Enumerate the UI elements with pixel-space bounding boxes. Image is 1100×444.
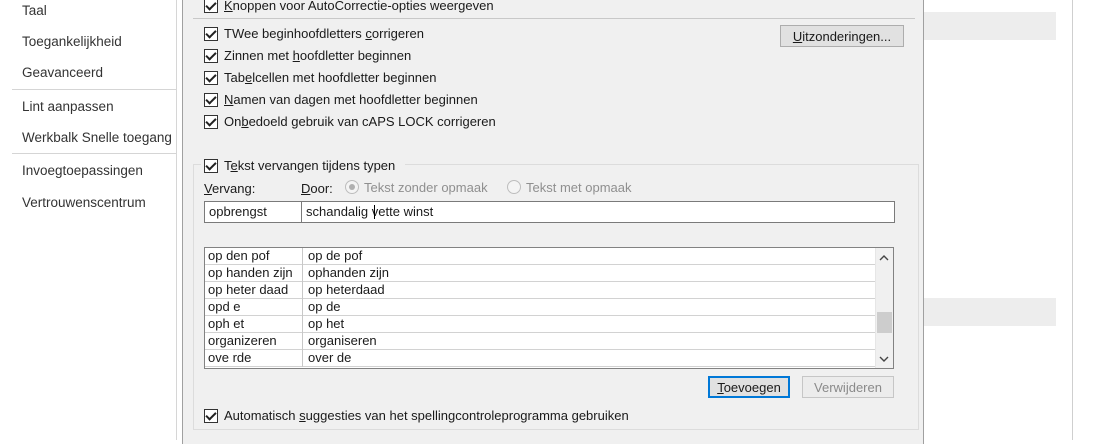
- nav-divider: [12, 153, 176, 154]
- capitalize-table-cells-checkbox[interactable]: [204, 71, 218, 85]
- capitalize-day-names-checkbox[interactable]: [204, 93, 218, 107]
- table-row[interactable]: op handen zijn ophanden zijn: [205, 265, 876, 282]
- formatted-text-radio[interactable]: [507, 180, 521, 194]
- options-window-edge: [1072, 0, 1073, 440]
- nav-item-werkbalk-snelle-toegang[interactable]: Werkbalk Snelle toegang: [22, 130, 172, 145]
- with-input-value: schandalig vette winst: [306, 204, 434, 219]
- formatted-text-radio-label: Tekst met opmaak: [526, 180, 632, 195]
- scrollbar-thumb[interactable]: [877, 312, 892, 333]
- capitalize-sentences-checkbox[interactable]: [204, 49, 218, 63]
- auto-suggestions-label: Automatisch suggesties van het spellingc…: [224, 408, 629, 423]
- plain-text-radio[interactable]: [345, 180, 359, 194]
- capitalize-table-cells-label: Tabelcellen met hoofdletter beginnen: [224, 70, 437, 85]
- options-section-band: [924, 298, 1056, 326]
- with-label: Door:: [301, 181, 333, 196]
- auto-suggestions-checkbox[interactable]: [204, 409, 218, 423]
- nav-item-lint-aanpassen[interactable]: Lint aanpassen: [22, 99, 114, 114]
- capitalize-day-names-label: Namen van dagen met hoofdletter beginnen: [224, 92, 478, 107]
- correct-two-initial-capitals-checkbox[interactable]: [204, 27, 218, 41]
- plain-text-radio-label: Tekst zonder opmaak: [364, 180, 488, 195]
- table-row[interactable]: organizeren organiseren: [205, 333, 876, 350]
- autocorrect-dialog: Knoppen voor AutoCorrectie-opties weerge…: [182, 0, 924, 444]
- show-autocorrect-buttons-label: Knoppen voor AutoCorrectie-opties weerge…: [224, 0, 494, 13]
- correct-two-initial-capitals-label: TWee beginhoofdletters corrigeren: [224, 26, 424, 41]
- replace-text-as-you-type-label: Tekst vervangen tijdens typen: [224, 158, 396, 173]
- chevron-down-icon[interactable]: [879, 354, 889, 364]
- exceptions-button[interactable]: Uitzonderingen...: [780, 25, 904, 47]
- nav-item-vertrouwenscentrum[interactable]: Vertrouwenscentrum: [22, 195, 146, 210]
- chevron-up-icon[interactable]: [879, 253, 889, 263]
- nav-divider: [12, 89, 176, 90]
- table-row[interactable]: opd e op de: [205, 299, 876, 316]
- show-autocorrect-buttons-checkbox[interactable]: [204, 0, 218, 13]
- text-caret: [374, 205, 375, 219]
- add-button[interactable]: Toevoegen: [708, 376, 790, 398]
- options-content-area: [924, 0, 1100, 440]
- correct-caps-lock-checkbox[interactable]: [204, 115, 218, 129]
- table-row[interactable]: ove rde over de: [205, 350, 876, 367]
- table-row[interactable]: op heter daad op heterdaad: [205, 282, 876, 299]
- table-row[interactable]: oph et op het: [205, 316, 876, 333]
- list-scrollbar[interactable]: [875, 248, 893, 368]
- replace-input[interactable]: opbrengst: [204, 201, 302, 223]
- nav-item-invoegtoepassingen[interactable]: Invoegtoepassingen: [22, 163, 143, 178]
- with-input[interactable]: schandalig vette winst: [301, 201, 895, 223]
- options-navigation-pane: Taal Toegankelijkheid Geavanceerd Lint a…: [0, 0, 177, 440]
- nav-item-taal[interactable]: Taal: [22, 3, 47, 18]
- correct-caps-lock-label: Onbedoeld gebruik van cAPS LOCK corriger…: [224, 114, 496, 129]
- nav-item-toegankelijkheid[interactable]: Toegankelijkheid: [22, 34, 122, 49]
- options-section-band: [924, 12, 1056, 40]
- replacement-list[interactable]: op den pof op de pof op handen zijn ophand…: [204, 247, 894, 369]
- capitalize-sentences-label: Zinnen met hoofdletter beginnen: [224, 48, 412, 63]
- separator: [193, 18, 915, 19]
- replace-label: Vervang:: [204, 181, 256, 196]
- table-row[interactable]: op den pof op de pof: [205, 248, 876, 265]
- delete-button[interactable]: Verwijderen: [802, 376, 894, 398]
- replace-text-as-you-type-checkbox[interactable]: [204, 159, 218, 173]
- nav-item-geavanceerd[interactable]: Geavanceerd: [22, 65, 103, 80]
